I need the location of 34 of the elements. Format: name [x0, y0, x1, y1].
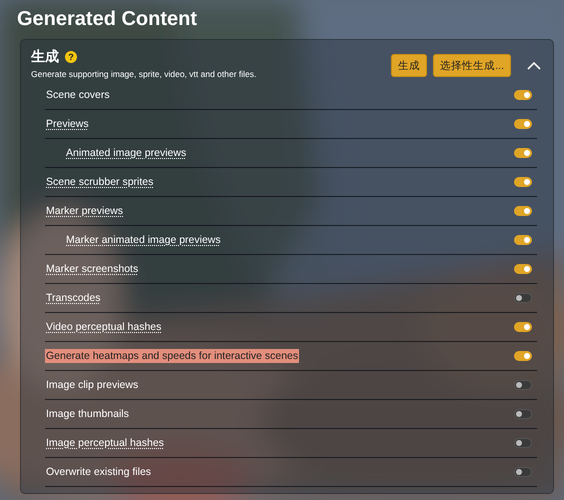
- setting-label: Image thumbnails: [45, 407, 130, 421]
- setting-label: Image clip previews: [45, 378, 140, 392]
- generate-button[interactable]: 选择性生成...: [433, 54, 511, 77]
- toggle-switch[interactable]: [514, 148, 532, 158]
- setting-label: Video perceptual hashes: [45, 320, 162, 334]
- page-title: Generated Content: [17, 7, 198, 32]
- setting-label: Transcodes: [45, 291, 102, 305]
- toggle-switch[interactable]: [514, 322, 532, 332]
- generate-button[interactable]: 生成: [391, 54, 428, 77]
- toggle-switch[interactable]: [514, 380, 532, 390]
- setting-label: Previews: [45, 117, 90, 131]
- collapse-chevron-icon[interactable]: [527, 61, 541, 70]
- setting-label: Marker animated image previews: [65, 233, 222, 247]
- setting-label: Overwrite existing files: [45, 465, 152, 479]
- section-description: Generate supporting image, sprite, video, vtt and other files.: [31, 69, 258, 79]
- toggle-switch[interactable]: [514, 409, 532, 419]
- toggle-switch[interactable]: [514, 293, 532, 303]
- toggle-switch[interactable]: [514, 177, 532, 187]
- toggle-switch[interactable]: [514, 235, 532, 245]
- toggle-switch[interactable]: [514, 438, 532, 448]
- setting-label: Marker previews: [45, 204, 124, 218]
- toggle-switch[interactable]: [514, 467, 532, 477]
- toggle-switch[interactable]: [514, 264, 532, 274]
- setting-label: Generate heatmaps and speeds for interactive scenes: [45, 349, 300, 363]
- setting-label: Scene scrubber sprites: [45, 175, 154, 189]
- toggle-switch[interactable]: [514, 206, 532, 216]
- toggle-switch[interactable]: [514, 119, 532, 129]
- setting-label: Scene covers: [45, 88, 111, 102]
- toggle-switch[interactable]: [514, 351, 532, 361]
- section-title: 生成: [31, 48, 59, 66]
- setting-label: Animated image previews: [65, 146, 188, 160]
- setting-label: Image perceptual hashes: [45, 436, 165, 450]
- setting-label: Marker screenshots: [45, 262, 140, 276]
- toggle-switch[interactable]: [514, 90, 532, 100]
